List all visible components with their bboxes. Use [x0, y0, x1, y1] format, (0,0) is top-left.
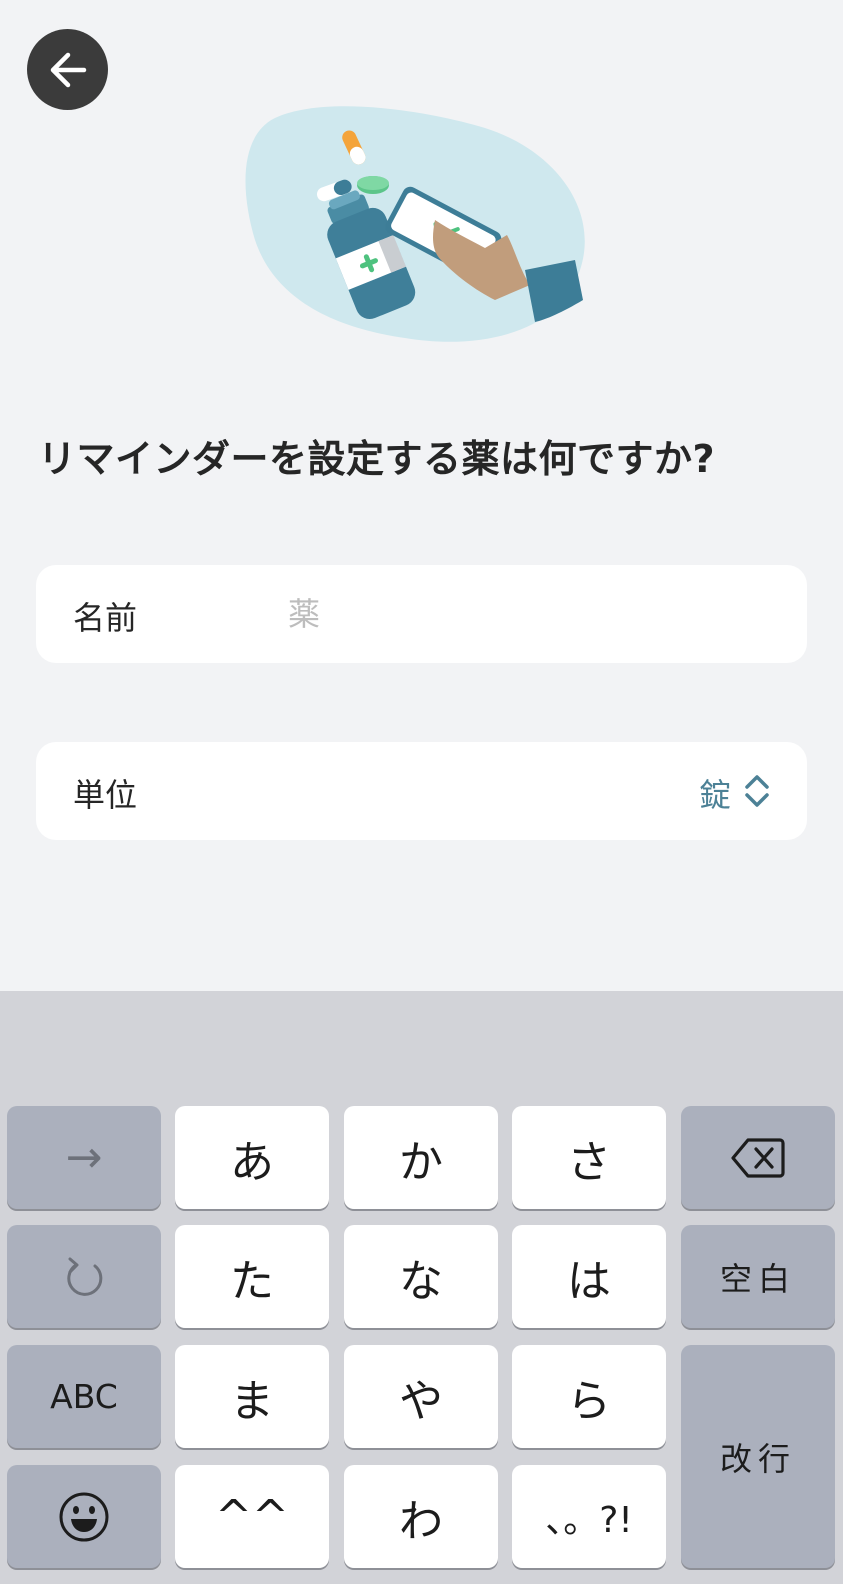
key-ta[interactable]: た: [175, 1225, 329, 1328]
key-ha[interactable]: は: [512, 1225, 666, 1328]
medicine-bottle-phone-illustration: [245, 106, 585, 342]
unit-selector[interactable]: 単位 錠: [36, 742, 807, 840]
space-key[interactable]: 空白: [681, 1225, 835, 1328]
mode-switch-key[interactable]: ABC: [7, 1345, 161, 1448]
key-punctuation[interactable]: 、。?!: [512, 1465, 666, 1568]
next-key[interactable]: →: [7, 1106, 161, 1209]
key-wa[interactable]: わ: [344, 1465, 498, 1568]
key-sa[interactable]: さ: [512, 1106, 666, 1209]
page-title: リマインダーを設定する薬は何ですか?: [38, 437, 716, 481]
key-ka[interactable]: か: [344, 1106, 498, 1209]
back-button[interactable]: [27, 29, 108, 110]
backspace-icon: [731, 1137, 785, 1178]
arrow-left-icon: [50, 52, 86, 87]
key-ya[interactable]: や: [344, 1345, 498, 1448]
keyboard: → あ か さ た な は 空白 ABC ま や ら 改行 ^^ わ 、。?!: [0, 991, 843, 1584]
emoji-icon: [59, 1492, 109, 1541]
emoji-key[interactable]: [7, 1465, 161, 1568]
name-field[interactable]: 名前: [36, 565, 807, 663]
key-a[interactable]: あ: [175, 1106, 329, 1209]
unit-value[interactable]: 錠: [699, 770, 731, 816]
unit-label: 単位: [73, 776, 138, 814]
chevron-up-down-icon[interactable]: [743, 772, 771, 810]
undo-key[interactable]: [7, 1225, 161, 1328]
delete-key[interactable]: [681, 1106, 835, 1209]
name-input[interactable]: [286, 583, 780, 645]
key-kaomoji[interactable]: ^^: [175, 1465, 329, 1568]
undo-icon: [67, 1257, 103, 1296]
enter-key[interactable]: 改行: [681, 1345, 835, 1568]
key-ra[interactable]: ら: [512, 1345, 666, 1448]
key-ma[interactable]: ま: [175, 1345, 329, 1448]
key-na[interactable]: な: [344, 1225, 498, 1328]
name-label: 名前: [73, 599, 138, 637]
